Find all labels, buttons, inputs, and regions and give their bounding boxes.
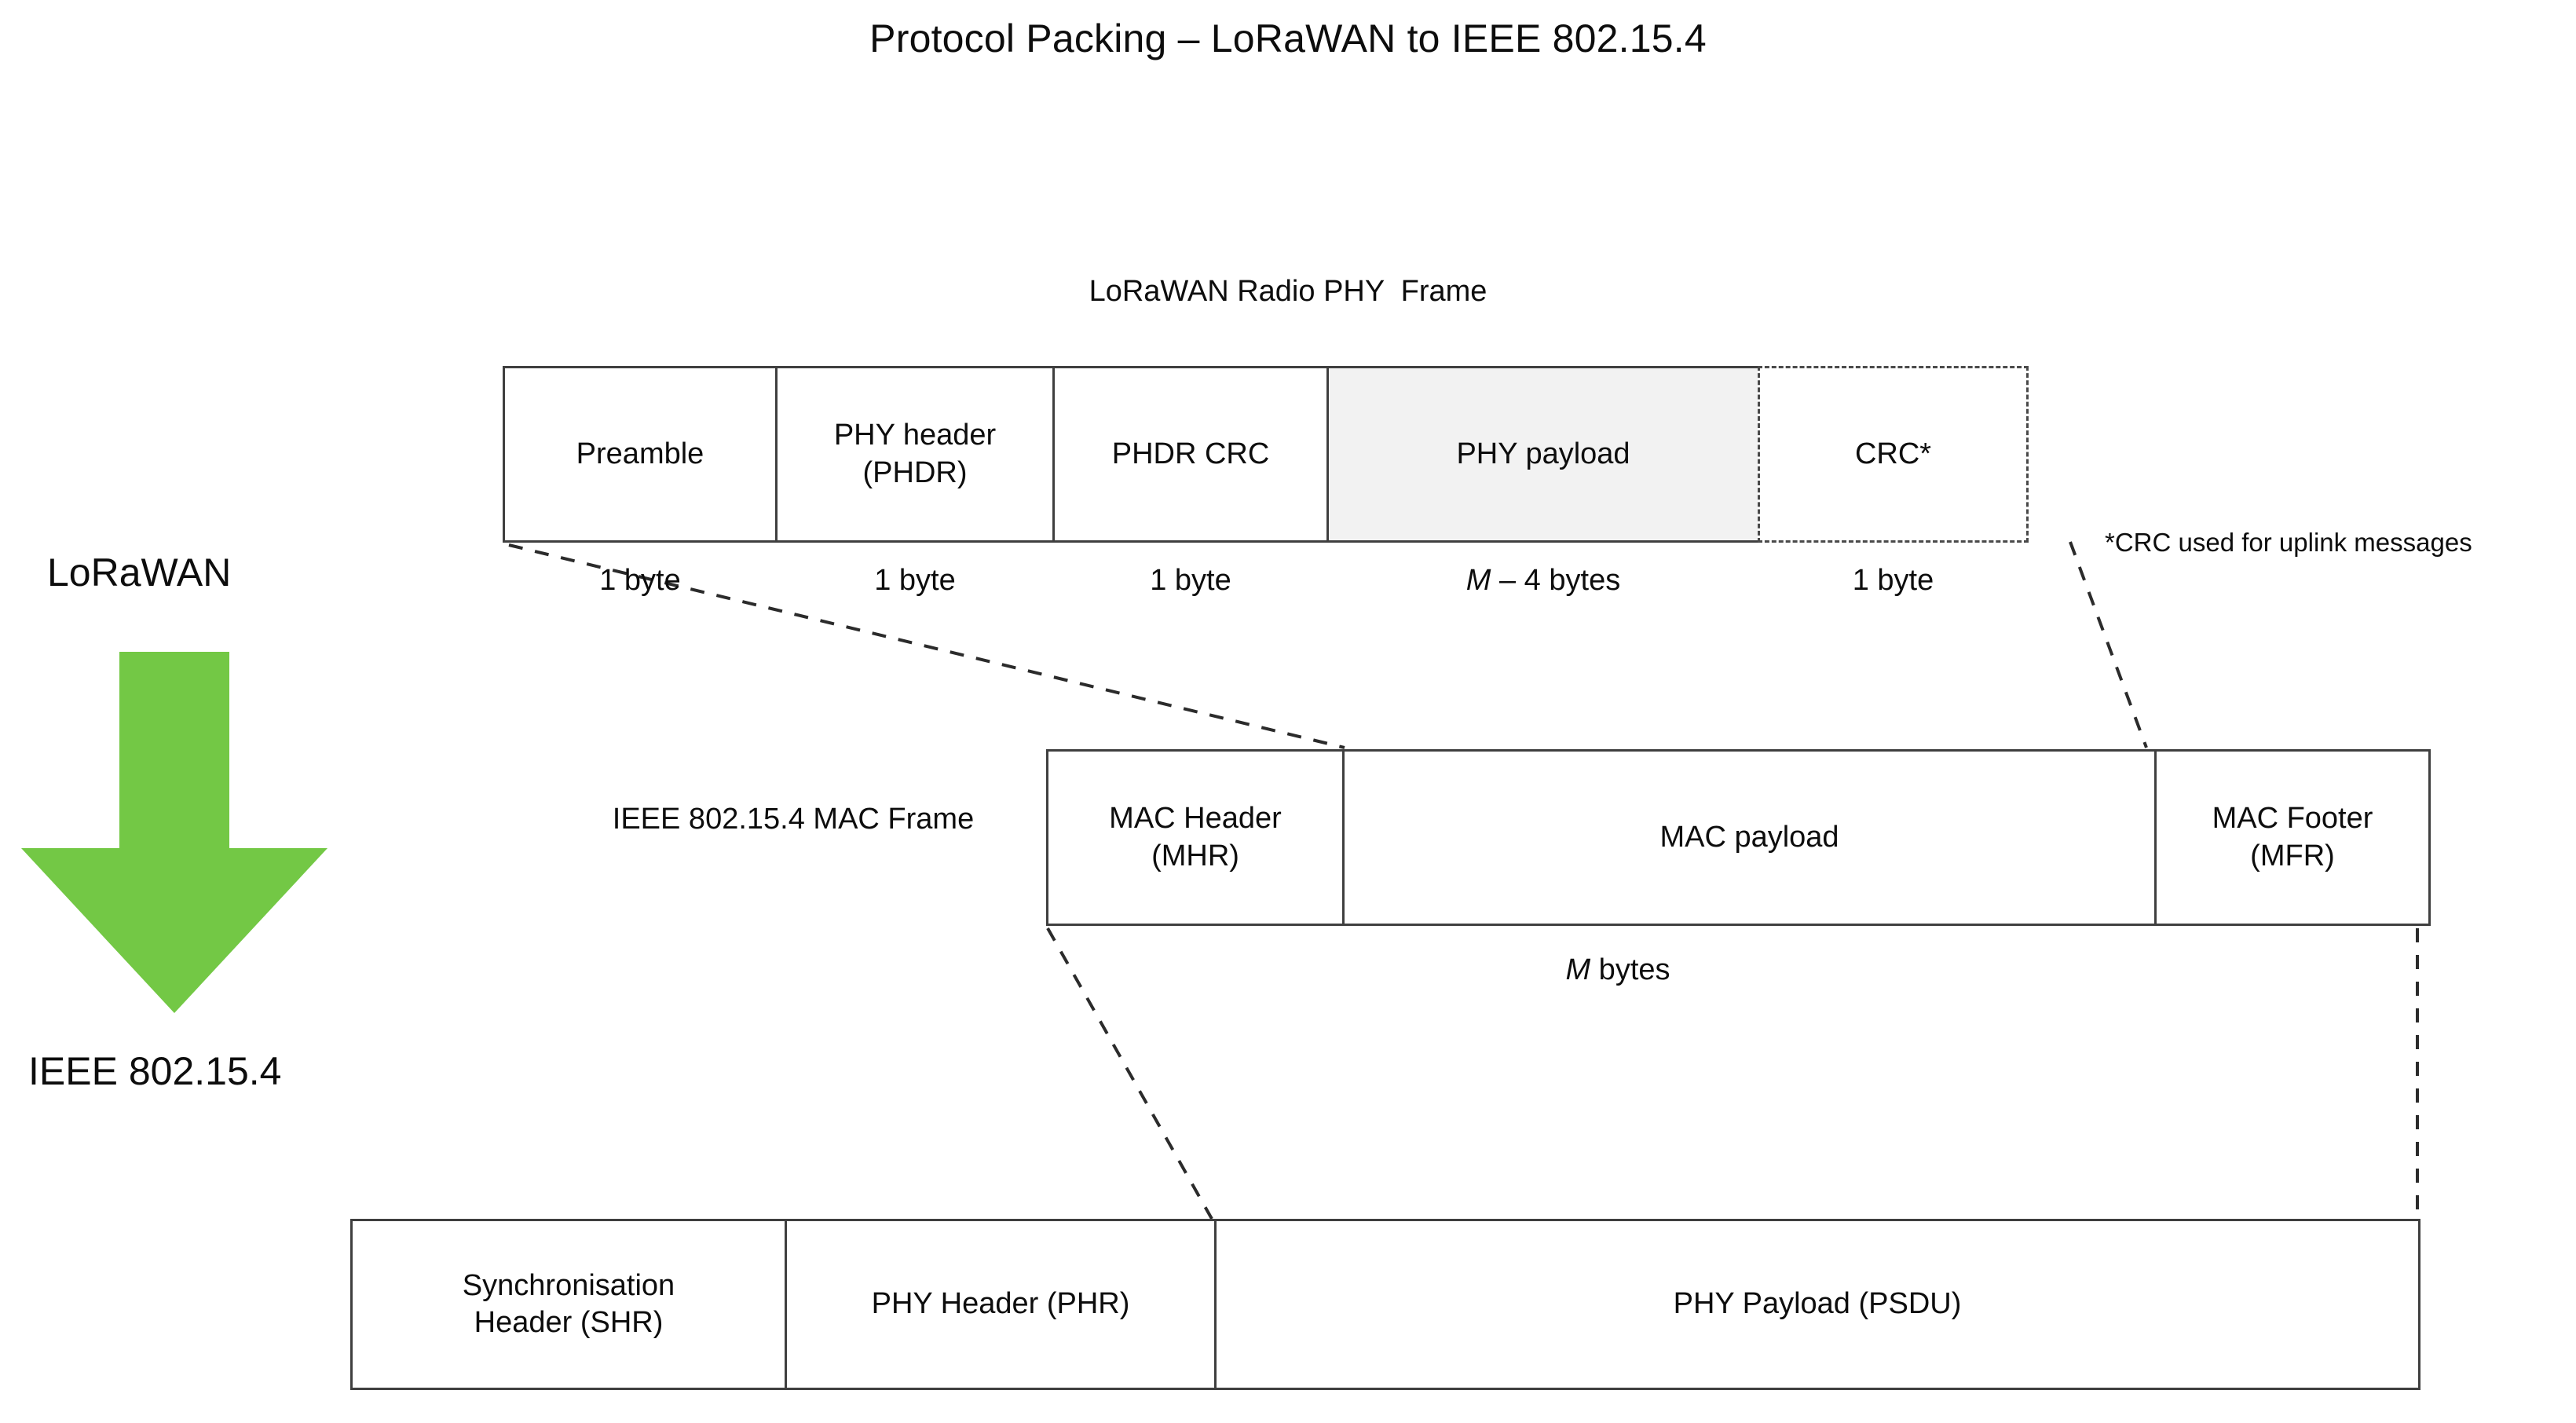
lorawan-phy-frame-row: Preamble PHY header (PHDR) PHDR CRC PHY … (503, 366, 2029, 543)
down-arrow-icon (21, 652, 327, 1013)
cell-psdu[interactable]: PHY Payload (PSDU) (1214, 1219, 2420, 1390)
crc-footnote: *CRC used for uplink messages (2105, 528, 2472, 557)
size-mac-total-variable: M (1565, 953, 1591, 986)
size-phy-payload-variable: M (1465, 564, 1491, 597)
cell-phdr-crc[interactable]: PHDR CRC (1052, 366, 1329, 543)
size-mac-total-rest: bytes (1590, 953, 1670, 986)
stack-label-lorawan: LoRaWAN (47, 551, 232, 594)
cell-phr[interactable]: PHY Header (PHR) (785, 1219, 1217, 1390)
ieee-mac-frame-caption: IEEE 802.15.4 MAC Frame (612, 803, 975, 836)
cell-crc[interactable]: CRC* (1758, 366, 2029, 543)
cell-preamble[interactable]: Preamble (503, 366, 778, 543)
cell-phy-payload[interactable]: PHY payload (1326, 366, 1760, 543)
cell-mac-footer[interactable]: MAC Footer (MFR) (2154, 749, 2431, 926)
connector-lines (508, 541, 2419, 1222)
ieee-mac-frame-row: MAC Header (MHR) MAC payload MAC Footer … (1046, 749, 2431, 926)
size-preamble: 1 byte (599, 564, 681, 597)
diagram-canvas: Protocol Packing – LoRaWAN to IEEE 802.1… (0, 0, 2576, 1423)
lorawan-phy-frame-caption: LoRaWAN Radio PHY Frame (1089, 275, 1487, 308)
connector-phy-right-to-mac (2069, 541, 2148, 748)
connector-mac-left-to-psdu (1046, 927, 1213, 1220)
size-phy-payload: M – 4 bytes (1326, 564, 1760, 598)
cell-phy-header[interactable]: PHY header (PHDR) (775, 366, 1055, 543)
cell-mac-header[interactable]: MAC Header (MHR) (1046, 749, 1345, 926)
size-phy-payload-rest: – 4 bytes (1491, 564, 1621, 597)
cell-mac-payload[interactable]: MAC payload (1342, 749, 2157, 926)
size-phdr-crc: 1 byte (1150, 564, 1231, 597)
size-phy-header: 1 byte (874, 564, 956, 597)
size-crc: 1 byte (1852, 564, 1934, 597)
stack-label-ieee: IEEE 802.15.4 (28, 1049, 282, 1093)
cell-shr[interactable]: Synchronisation Header (SHR) (350, 1219, 787, 1390)
ieee-phy-frame-row: Synchronisation Header (SHR) PHY Header … (350, 1219, 2420, 1390)
page-title: Protocol Packing – LoRaWAN to IEEE 802.1… (869, 16, 1707, 60)
size-mac-total: M bytes (1343, 953, 1893, 987)
